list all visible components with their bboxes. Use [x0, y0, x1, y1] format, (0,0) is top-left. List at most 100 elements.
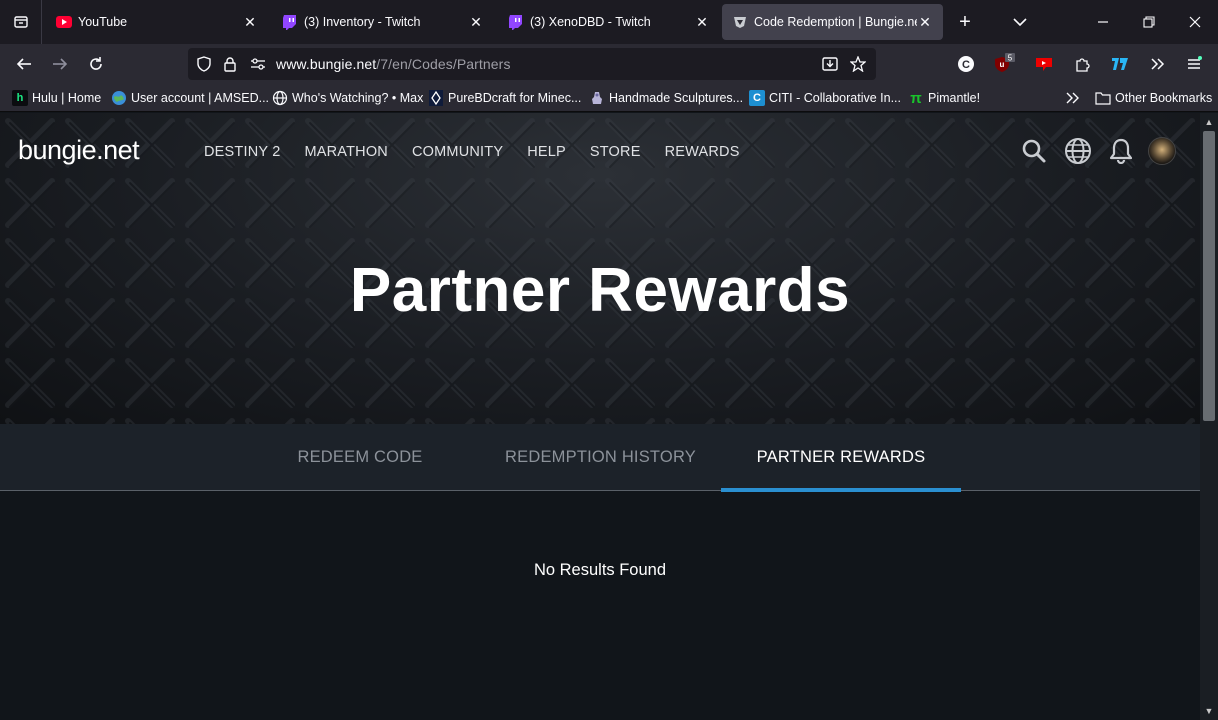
twitch-icon: [508, 14, 524, 30]
back-button[interactable]: [10, 50, 38, 78]
bungie-logo[interactable]: bungie.net: [18, 135, 140, 166]
bookmark-handmade-sculptures[interactable]: Handmade Sculptures...: [589, 89, 743, 107]
hulu-icon: h: [12, 90, 28, 106]
bookmarks-toolbar: h Hulu | Home User account | AMSED... Wh…: [0, 84, 1218, 112]
scroll-down-arrow-icon[interactable]: ▼: [1204, 706, 1214, 716]
url-host: www.bungie.net: [276, 56, 377, 72]
close-tab-icon[interactable]: ✕: [694, 14, 710, 30]
bookmark-label: Who's Watching? • Max: [292, 91, 424, 105]
tab-label: PARTNER REWARDS: [756, 448, 926, 466]
browser-navigation-bar: www.bungie.net/7/en/Codes/Partners C u5: [0, 44, 1218, 84]
bookmark-purebdcraft[interactable]: PureBDcraft for Minec...: [428, 89, 581, 107]
scroll-up-arrow-icon[interactable]: ▲: [1204, 117, 1214, 127]
bookmark-label: Other Bookmarks: [1115, 91, 1213, 105]
citi-icon: C: [749, 90, 765, 106]
lock-icon[interactable]: [222, 56, 238, 72]
reload-icon: [90, 57, 102, 70]
notification-bell-icon[interactable]: [1107, 137, 1135, 165]
shield-icon[interactable]: [196, 56, 212, 72]
bungie-icon: [732, 14, 748, 30]
minimize-icon: [1098, 21, 1108, 23]
tab-redemption-history[interactable]: REDEMPTION HISTORY: [480, 424, 721, 491]
bookmark-citi[interactable]: C CITI - Collaborative In...: [749, 89, 901, 107]
tab-title: (3) Inventory - Twitch: [304, 15, 421, 29]
close-tab-icon[interactable]: ✕: [917, 14, 933, 30]
bookmark-label: User account | AMSED...: [131, 91, 270, 105]
minimize-button[interactable]: [1080, 0, 1126, 44]
reload-button[interactable]: [82, 50, 110, 78]
save-to-pocket-icon[interactable]: [822, 56, 838, 72]
web-page: bungie.net DESTINY 2 MARATHON COMMUNITY …: [0, 113, 1200, 720]
app-menu-hamburger-icon[interactable]: [1182, 52, 1206, 76]
close-window-button[interactable]: [1172, 0, 1218, 44]
bookmark-max[interactable]: Who's Watching? • Max: [272, 89, 423, 107]
nav-destiny-2[interactable]: DESTINY 2: [204, 144, 280, 160]
restore-icon: [1143, 16, 1155, 28]
nav-marathon[interactable]: MARATHON: [304, 144, 388, 160]
search-icon[interactable]: [1020, 137, 1048, 165]
bookmark-amsed[interactable]: User account | AMSED...: [111, 89, 269, 107]
bookmark-label: Hulu | Home: [32, 91, 102, 105]
tab-title: YouTube: [78, 15, 128, 29]
browser-tab-bar: YouTube ✕ (3) Inventory - Twitch ✕ (3) X…: [0, 0, 1218, 44]
firefox-view-icon: [13, 16, 28, 28]
bookmark-pimantle[interactable]: π Pimantle!: [908, 89, 980, 107]
more-tools-chevron-icon[interactable]: [1146, 52, 1170, 76]
close-icon: [1189, 16, 1201, 28]
url-bar[interactable]: www.bungie.net/7/en/Codes/Partners: [188, 48, 876, 80]
nav-help[interactable]: HELP: [527, 144, 566, 160]
active-tab-indicator: [721, 488, 961, 492]
globe-icon: [272, 90, 288, 106]
double-chevron-right-icon: [1066, 92, 1079, 104]
close-tab-icon[interactable]: ✕: [468, 14, 484, 30]
page-scrollbar[interactable]: ▲ ▼: [1200, 113, 1218, 720]
tab-twitch-inventory[interactable]: (3) Inventory - Twitch ✕: [272, 4, 494, 40]
site-header: bungie.net DESTINY 2 MARATHON COMMUNITY …: [0, 113, 1200, 191]
extensions-puzzle-icon[interactable]: [1070, 52, 1094, 76]
main-nav: DESTINY 2 MARATHON COMMUNITY HELP STORE …: [204, 144, 764, 160]
extension-c-icon[interactable]: C: [954, 52, 978, 76]
bookmark-star-icon[interactable]: [850, 56, 866, 72]
globe-language-icon[interactable]: [1064, 137, 1092, 165]
firefox-view-button[interactable]: [0, 0, 42, 44]
bookmark-label: Pimantle!: [928, 91, 981, 105]
bookmark-hulu[interactable]: h Hulu | Home: [12, 89, 101, 107]
nav-community[interactable]: COMMUNITY: [412, 144, 503, 160]
url-path: /7/en/Codes/Partners: [376, 56, 511, 72]
list-all-tabs-button[interactable]: [1008, 10, 1032, 34]
tab-twitch-xenodbd[interactable]: (3) XenoDBD - Twitch ✕: [498, 4, 720, 40]
nav-store[interactable]: STORE: [590, 144, 641, 160]
sculpture-icon: [589, 90, 605, 106]
7tv-icon[interactable]: [1108, 52, 1132, 76]
empty-results-message: No Results Found: [533, 561, 667, 579]
bookmarks-overflow-button[interactable]: [1066, 89, 1080, 107]
svg-text:C: C: [962, 59, 970, 71]
pi-icon: π: [910, 89, 922, 107]
close-tab-icon[interactable]: ✕: [242, 14, 258, 30]
purebdcraft-icon: [428, 90, 444, 106]
tab-youtube[interactable]: YouTube ✕: [46, 4, 268, 40]
page-title: Partner Rewards: [349, 256, 851, 325]
user-avatar[interactable]: [1148, 137, 1176, 165]
tab-title: (3) XenoDBD - Twitch: [530, 15, 651, 29]
nav-rewards[interactable]: REWARDS: [665, 144, 740, 160]
scrollbar-thumb[interactable]: [1203, 131, 1215, 421]
return-youtube-dislike-icon[interactable]: [1032, 52, 1056, 76]
forward-button[interactable]: [46, 50, 74, 78]
permissions-icon[interactable]: [250, 56, 266, 72]
bookmark-label: Handmade Sculptures...: [609, 91, 744, 105]
tab-redeem-code[interactable]: REDEEM CODE: [240, 424, 480, 491]
restore-button[interactable]: [1126, 0, 1172, 44]
other-bookmarks-folder[interactable]: Other Bookmarks: [1095, 89, 1212, 107]
folder-icon: [1095, 90, 1111, 106]
new-tab-button[interactable]: +: [953, 10, 977, 34]
tab-bungie-code-redemption[interactable]: Code Redemption | Bungie.net ✕: [722, 4, 943, 40]
tab-title: Code Redemption | Bungie.net: [754, 15, 917, 29]
hero-banner: bungie.net DESTINY 2 MARATHON COMMUNITY …: [0, 113, 1200, 424]
svg-text:u: u: [1000, 60, 1005, 69]
tab-partner-rewards[interactable]: PARTNER REWARDS: [721, 424, 961, 492]
ublock-origin-icon[interactable]: u5: [992, 52, 1016, 76]
codes-tab-bar: REDEEM CODE REDEMPTION HISTORY PARTNER R…: [0, 424, 1200, 492]
globe-earth-icon: [111, 90, 127, 106]
bookmark-label: CITI - Collaborative In...: [769, 91, 901, 105]
